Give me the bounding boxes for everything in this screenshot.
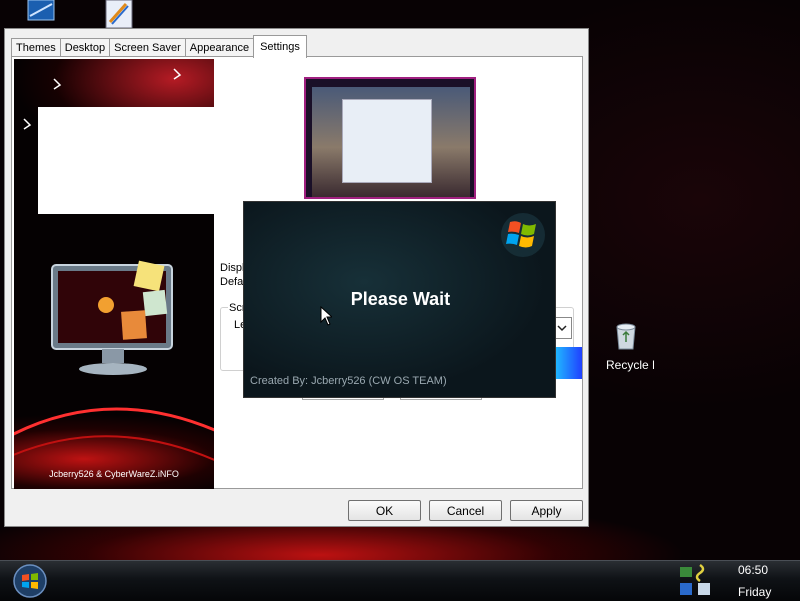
preview-screen	[312, 87, 470, 197]
color-bar	[554, 347, 582, 379]
taskbar: 06:50 Friday	[0, 560, 800, 601]
monitor-artwork-icon	[51, 260, 173, 375]
preview-window	[342, 99, 432, 183]
tab-desktop[interactable]: Desktop	[59, 38, 111, 58]
splash-credit: Created By: Jcberry526 (CW OS TEAM)	[250, 375, 447, 387]
tab-appearance[interactable]: Appearance	[184, 38, 255, 58]
display-preview	[304, 77, 476, 199]
windows-logo-icon	[501, 213, 545, 257]
apply-button[interactable]: Apply	[510, 500, 583, 521]
start-button-icon[interactable]	[12, 563, 48, 599]
document-icon[interactable]	[104, 0, 134, 28]
tab-screen-saver[interactable]: Screen Saver	[109, 38, 186, 58]
tab-themes[interactable]: Themes	[11, 38, 61, 58]
tab-settings[interactable]: Settings	[253, 35, 307, 58]
branding-credit: Jcberry526 & CyberWareZ.iNFO	[49, 469, 179, 479]
recycle-bin-icon	[616, 323, 636, 350]
tab-strip: Themes Desktop Screen Saver Appearance S…	[11, 35, 307, 58]
system-tray-icons[interactable]	[678, 563, 714, 599]
branding-panel: Jcberry526 & CyberWareZ.iNFO	[14, 59, 214, 489]
ok-button[interactable]: OK	[348, 500, 421, 521]
mouse-cursor-icon	[320, 306, 332, 326]
clock-time[interactable]: 06:50	[738, 563, 768, 577]
default-label-fragment: Defa	[220, 276, 244, 288]
computer-icon[interactable]	[26, 0, 56, 28]
cancel-button[interactable]: Cancel	[429, 500, 502, 521]
display-label-fragment: Displ	[220, 262, 245, 274]
please-wait-splash: Please Wait Created By: Jcberry526 (CW O…	[243, 201, 556, 398]
blank-area	[38, 107, 214, 214]
please-wait-message: Please Wait	[350, 289, 451, 309]
clock-day[interactable]: Friday	[738, 585, 771, 599]
recycle-bin[interactable]: Recycle Bin	[584, 322, 654, 372]
recycle-bin-label: Recycle Bin	[606, 358, 654, 372]
